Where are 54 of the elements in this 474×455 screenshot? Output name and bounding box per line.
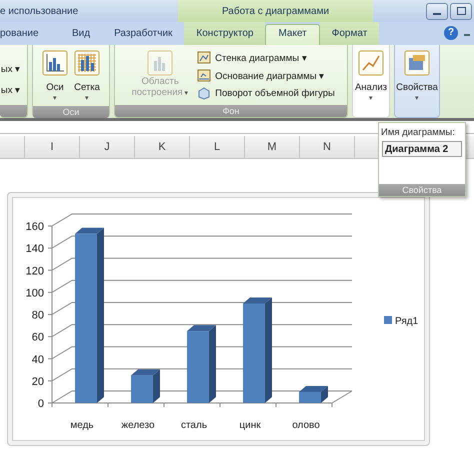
ribbon-button[interactable]: ых ▾: [0, 84, 20, 96]
window-title: е использование: [0, 6, 80, 16]
column-header[interactable]: J: [80, 136, 135, 158]
axis-label: 0: [38, 398, 44, 410]
axis-label: 100: [26, 287, 44, 300]
minimize-button[interactable]: [426, 2, 448, 20]
help-button[interactable]: ?: [444, 26, 458, 40]
axes-chart-icon: [42, 50, 68, 76]
ribbon-tab[interactable]: Формат: [320, 22, 380, 45]
axis-label: железо: [121, 420, 155, 431]
group-label: Оси: [62, 107, 80, 117]
legend-label: Ряд1: [395, 316, 418, 327]
plot-area-icon: [147, 50, 174, 76]
cube-icon: [197, 87, 212, 100]
ribbon-tab[interactable]: Макет: [265, 24, 320, 45]
group-label: Свойства: [402, 185, 442, 195]
ribbon-tab[interactable]: Вид: [60, 22, 102, 45]
bar: [187, 331, 209, 403]
ribbon-tab[interactable]: Разработчик: [102, 22, 184, 45]
bar: [299, 392, 321, 403]
axis-label: олово: [292, 420, 320, 431]
field-label: Имя диаграммы:: [380, 126, 456, 140]
line-chart-icon: [358, 50, 384, 76]
axis-label: 80: [32, 310, 44, 322]
ribbon-button[interactable]: Поворот объемной фигуры: [197, 86, 335, 101]
axis-label: 120: [26, 265, 44, 278]
chart-wall-icon: [197, 51, 212, 64]
ribbon-tab[interactable]: Конструктор: [184, 22, 266, 45]
column-header[interactable]: I: [25, 136, 80, 158]
column-header[interactable]: K: [135, 136, 190, 158]
axis-label: 160: [26, 221, 44, 233]
ribbon-button[interactable]: Стенка диаграммы ▾: [197, 50, 335, 65]
axis-label: сталь: [180, 420, 208, 431]
axis-label: 60: [32, 332, 44, 344]
ribbon-button[interactable]: ых ▾: [0, 63, 20, 75]
axis-label: медь: [70, 420, 94, 431]
column-header[interactable]: N: [300, 136, 355, 158]
bar: [131, 375, 153, 403]
ribbon-button[interactable]: Основание диаграммы ▾: [197, 68, 335, 83]
axis-label: цинк: [239, 420, 261, 431]
column-header[interactable]: M: [245, 136, 300, 158]
input-field[interactable]: Диаграмма 2: [382, 141, 462, 157]
group-label: Фон: [222, 106, 240, 116]
restore-button[interactable]: [450, 2, 472, 20]
ribbon-tab[interactable]: рование: [0, 22, 60, 45]
gridlines-chart-icon: [74, 50, 100, 76]
properties-icon: [404, 50, 430, 76]
column-header[interactable]: L: [190, 136, 245, 158]
context-title: Работа с диаграммами: [222, 6, 330, 16]
axis-label: 20: [32, 376, 44, 388]
axis-label: 140: [26, 243, 44, 256]
axis-label: 40: [32, 354, 44, 366]
group-footer: [0, 105, 27, 117]
chart-wall-icon: [197, 69, 212, 82]
